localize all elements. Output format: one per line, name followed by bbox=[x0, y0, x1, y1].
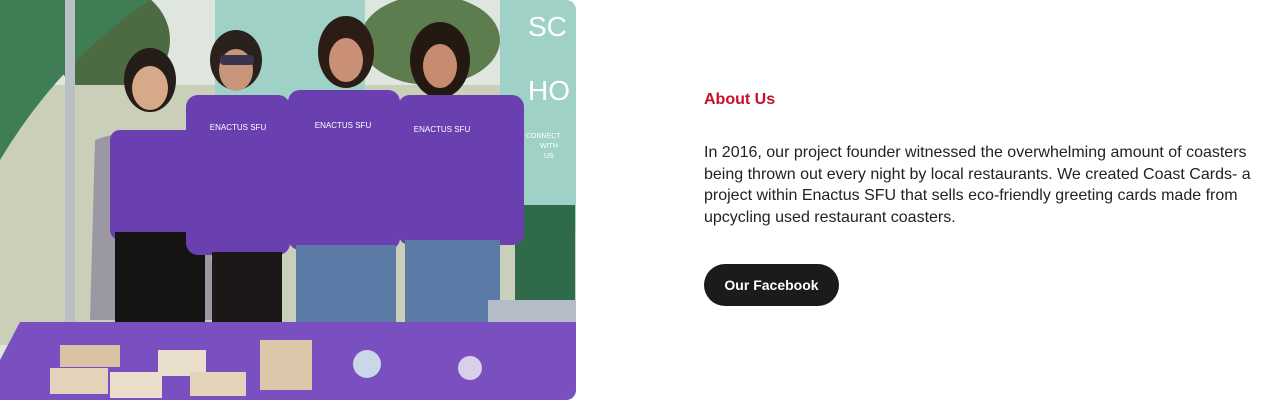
shirt-text-3: ENACTUS SFU bbox=[315, 121, 372, 130]
banner-small-1: CONNECT bbox=[526, 133, 561, 140]
banner-small-3: US bbox=[544, 153, 554, 160]
shirt-text-4: ENACTUS SFU bbox=[414, 125, 471, 134]
about-section: About Us In 2016, our project founder wi… bbox=[704, 90, 1270, 228]
banner-letters-bottom: HO bbox=[528, 75, 570, 106]
about-description: In 2016, our project founder witnessed t… bbox=[704, 144, 1251, 226]
about-heading: About Us bbox=[704, 91, 776, 108]
team-photo-illustration: SC HO CONNECT WITH US ENACTUS SFU ENACTU… bbox=[0, 0, 576, 400]
facebook-button[interactable]: Our Facebook bbox=[704, 264, 839, 306]
banner-letters-top: SC bbox=[528, 11, 567, 42]
team-photo: SC HO CONNECT WITH US ENACTUS SFU ENACTU… bbox=[0, 0, 576, 400]
shirt-text-2: ENACTUS SFU bbox=[210, 123, 267, 132]
banner-small-2: WITH bbox=[540, 143, 558, 150]
